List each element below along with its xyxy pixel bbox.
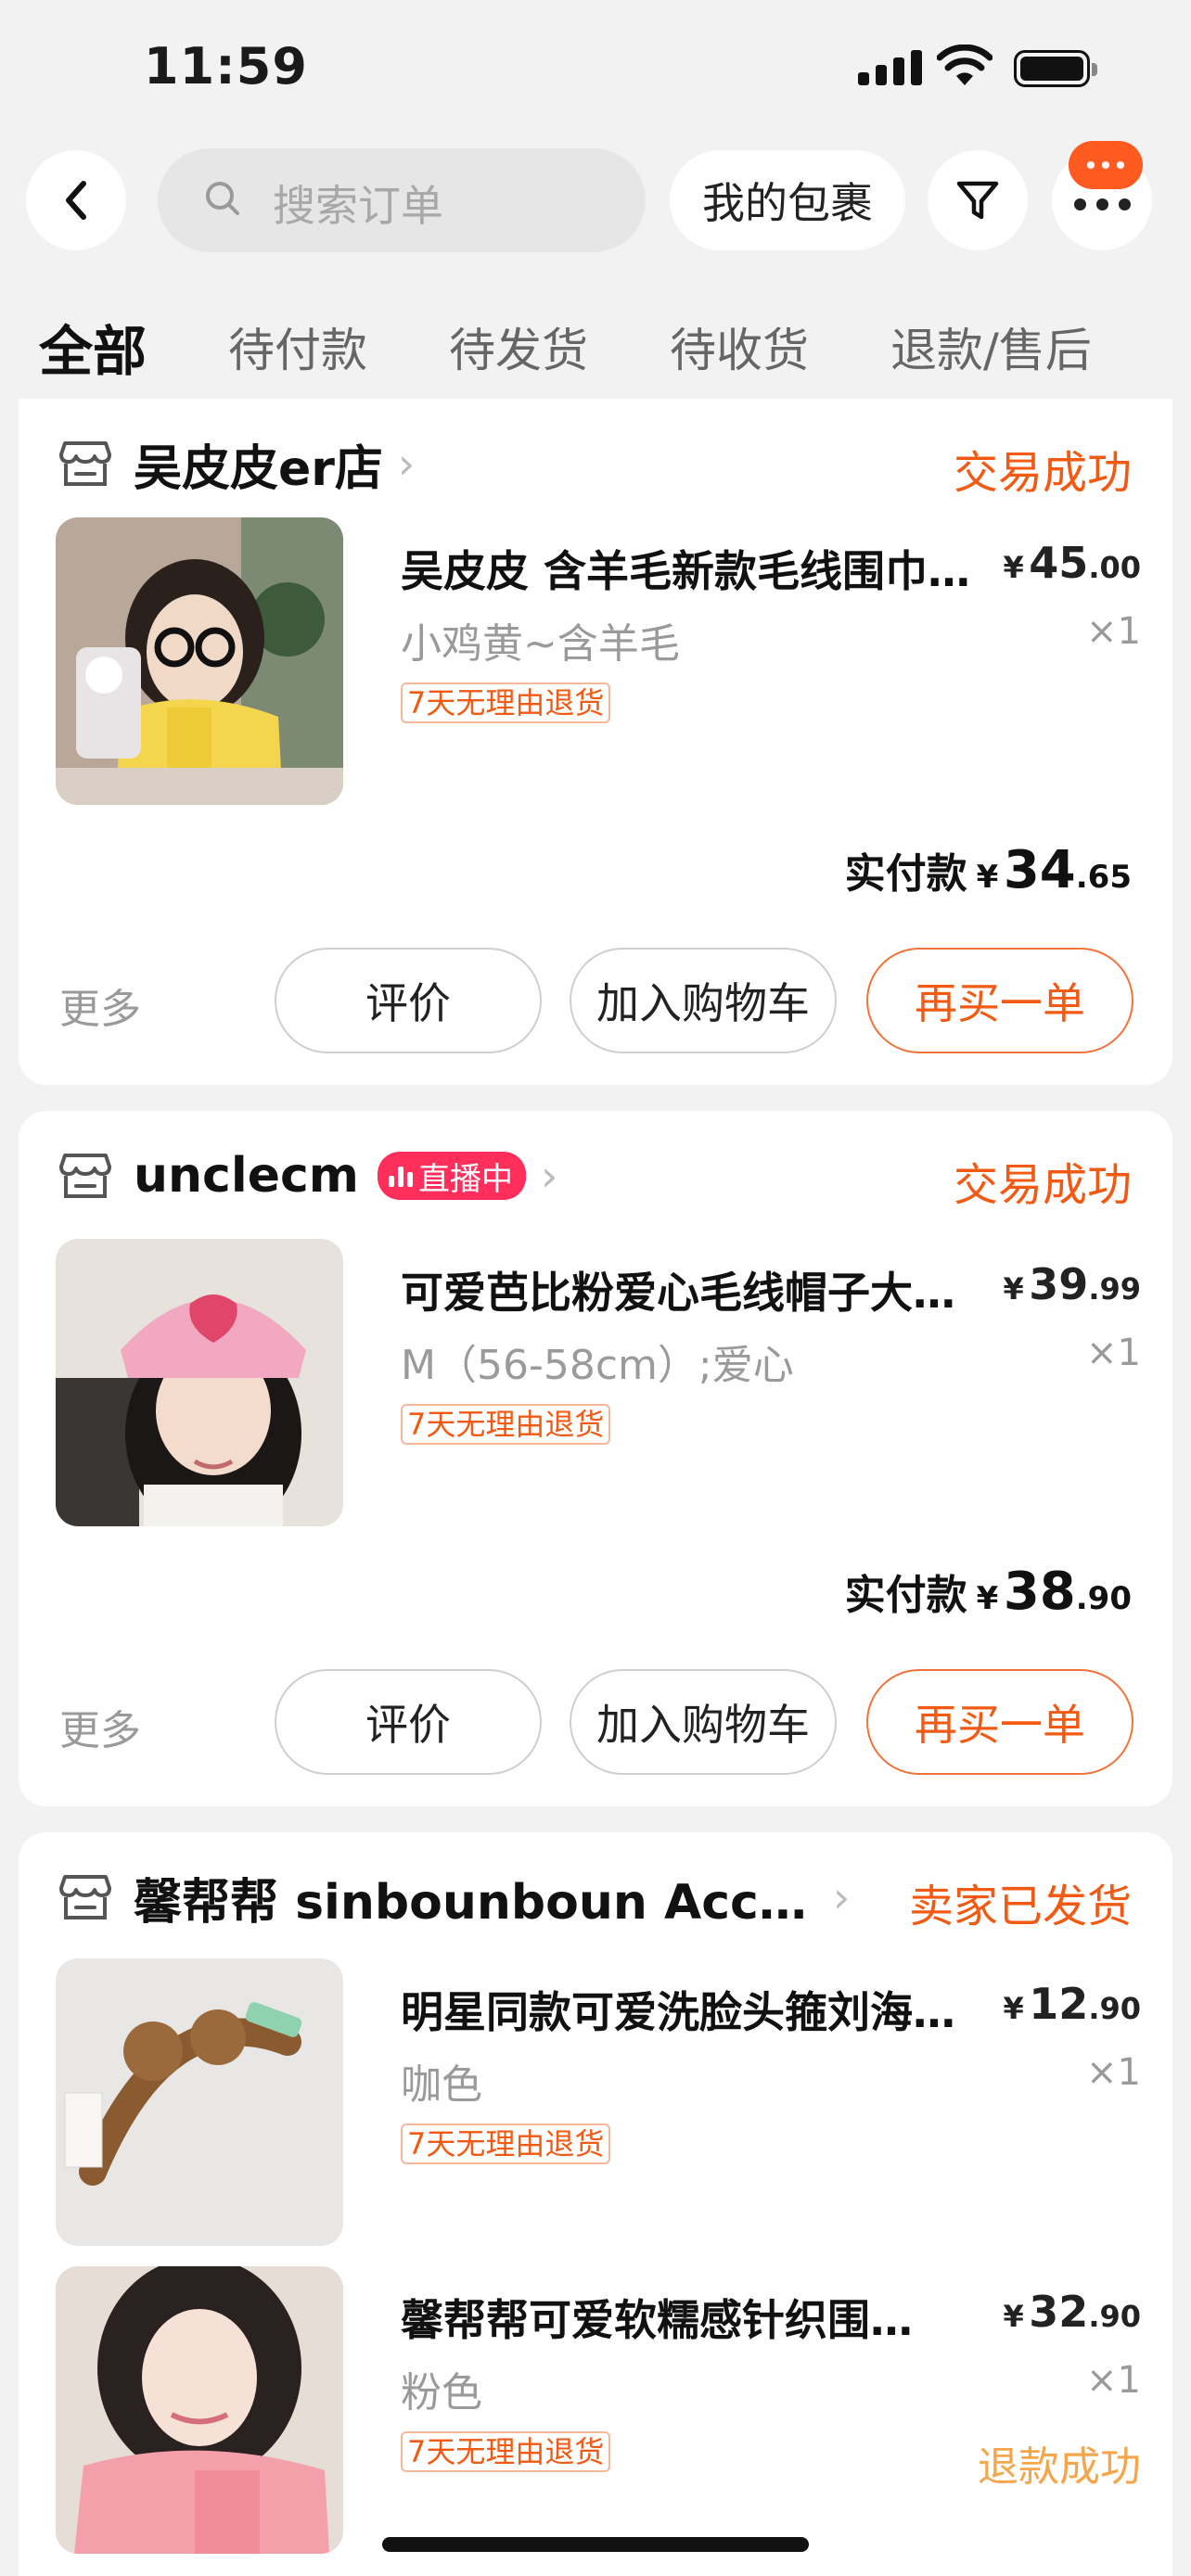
search-icon [206,182,239,215]
tab-pending-receipt[interactable]: 待收货 [670,313,809,380]
order-status: 交易成功 [953,1159,1132,1211]
add-to-cart-button[interactable]: 加入购物车 [570,948,837,1053]
store-icon [59,1154,111,1198]
product-title: 吴皮皮 含羊毛新款毛线围巾… [401,546,971,596]
chevron-right-icon: › [397,439,416,489]
return-policy-tag: 7天无理由退货 [401,1404,611,1445]
shop-header[interactable]: 馨帮帮 sinbounboun Acc… › [59,1860,850,1934]
actual-payment: 实付款 ¥ 38.90 [844,1562,1132,1622]
tab-pending-shipment[interactable]: 待发货 [449,313,588,380]
more-dots-icon [1073,198,1131,210]
review-button[interactable]: 评价 [275,1669,542,1775]
tab-refund-aftersale[interactable]: 退款/售后 [890,313,1092,380]
order-item[interactable]: 明星同款可爱洗脸头箍刘海… ¥ 12.90 咖色 ×1 7天无理由退货 [56,1958,1141,2246]
product-price: ¥ 32.90 [1003,2287,1141,2337]
refund-status[interactable]: 退款成功 [978,2433,1141,2493]
chevron-right-icon: › [540,1151,558,1201]
order-card: 馨帮帮 sinbounboun Acc… › 卖家已发货 明星同款可爱洗脸头箍刘… [19,1832,1172,2576]
order-tabs: 全部 待付款 待发货 待收货 退款/售后 [0,313,1191,388]
store-icon [59,441,111,486]
home-indicator[interactable] [382,2537,809,2552]
status-bar: 11:59 [0,0,1191,139]
product-image[interactable] [56,1239,343,1526]
product-title: 明星同款可爱洗脸头箍刘海… [401,1987,955,2037]
shop-name: unclecm [134,1148,359,1204]
more-link[interactable]: 更多 [59,1697,141,1756]
product-quantity: ×1 [1086,2051,1141,2094]
return-policy-tag: 7天无理由退货 [401,682,611,723]
actual-payment: 实付款 ¥ 34.65 [844,840,1132,900]
filter-icon [956,181,999,220]
store-icon [59,1875,111,1919]
product-quantity: ×1 [1086,2359,1141,2402]
more-link[interactable]: 更多 [59,976,141,1035]
filter-button[interactable] [928,150,1028,250]
review-button[interactable]: 评价 [275,948,542,1053]
product-title: 可爱芭比粉爱心毛线帽子大… [401,1268,955,1318]
shop-header[interactable]: 吴皮皮er店 › [59,427,415,501]
product-sku: M（56-58cm）;爱心 [401,1342,794,1389]
product-quantity: ×1 [1086,1332,1141,1374]
order-status: 卖家已发货 [908,1881,1132,1932]
live-badge[interactable]: 直播中 [377,1152,526,1200]
order-card: unclecm 直播中 › 交易成功 可爱芭比粉爱心毛线帽子大… ¥ 39.99… [19,1111,1172,1806]
add-to-cart-button[interactable]: 加入购物车 [570,1669,837,1775]
order-card: 吴皮皮er店 › 交易成功 吴皮皮 含羊毛新款毛线围巾… ¥ 45.00 小鸡黄… [19,399,1172,1085]
shop-header[interactable]: unclecm 直播中 › [59,1139,557,1213]
chevron-right-icon: › [832,1872,851,1922]
battery-icon [1014,50,1097,87]
live-bars-icon [388,1165,413,1187]
product-sku: 咖色 [401,2061,482,2109]
my-packages-button[interactable]: 我的包裹 [670,150,905,250]
product-image[interactable] [56,1958,343,2246]
chevron-left-icon [66,181,86,220]
product-image[interactable] [56,2266,343,2554]
product-image[interactable] [56,517,343,805]
product-price: ¥ 45.00 [1003,538,1141,588]
back-button[interactable] [26,150,126,250]
product-price: ¥ 12.90 [1003,1979,1141,2029]
shop-name: 吴皮皮er店 [134,440,383,497]
order-status: 交易成功 [953,447,1132,499]
order-item[interactable]: 可爱芭比粉爱心毛线帽子大… ¥ 39.99 M（56-58cm）;爱心 ×1 7… [56,1239,1141,1526]
signal-icon [858,48,923,85]
wifi-icon [937,45,992,85]
tab-all[interactable]: 全部 [39,308,147,386]
product-title: 馨帮帮可爱软糯感针织围… [401,2295,913,2345]
return-policy-tag: 7天无理由退货 [401,2431,611,2472]
buy-again-button[interactable]: 再买一单 [866,948,1133,1053]
search-placeholder: 搜索订单 [273,181,443,231]
product-quantity: ×1 [1086,610,1141,653]
live-badge-label: 直播中 [417,1160,513,1198]
product-price: ¥ 39.99 [1003,1259,1141,1309]
search-input[interactable]: 搜索订单 [158,148,646,252]
order-item[interactable]: 馨帮帮可爱软糯感针织围… ¥ 32.90 粉色 ×1 7天无理由退货 退款成功 [56,2266,1141,2554]
buy-again-button[interactable]: 再买一单 [866,1669,1133,1775]
product-sku: 粉色 [401,2369,482,2417]
return-policy-tag: 7天无理由退货 [401,2123,611,2164]
shop-name: 馨帮帮 sinbounboun Acc… [134,1874,807,1931]
tab-pending-payment[interactable]: 待付款 [228,313,367,380]
status-time: 11:59 [144,37,308,96]
product-sku: 小鸡黄~含羊毛 [401,620,680,668]
message-badge-icon[interactable] [1069,141,1143,189]
order-item[interactable]: 吴皮皮 含羊毛新款毛线围巾… ¥ 45.00 小鸡黄~含羊毛 ×1 7天无理由退… [56,517,1141,805]
